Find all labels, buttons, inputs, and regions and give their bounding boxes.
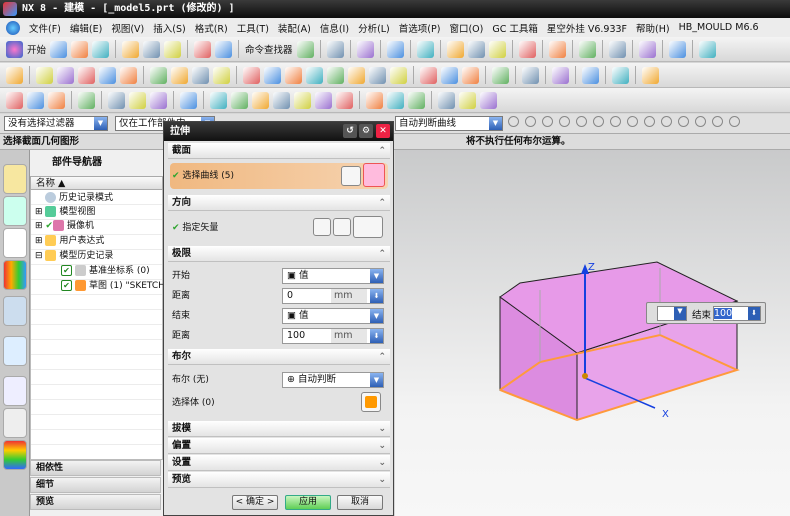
on-screen-input-box: ▼ 结束 100 ⬇ bbox=[646, 302, 766, 324]
end-mini-label: 结束 bbox=[692, 310, 712, 321]
extruded-body[interactable] bbox=[499, 261, 740, 422]
end-option-mini-select[interactable]: ▼ bbox=[657, 306, 687, 321]
z-axis-label: Z bbox=[588, 262, 595, 273]
model-graphics: Z X bbox=[499, 261, 740, 422]
end-mini-input[interactable]: 100 ⬇ bbox=[713, 306, 761, 321]
origin-point bbox=[582, 373, 588, 379]
x-axis-label: X bbox=[662, 409, 669, 420]
